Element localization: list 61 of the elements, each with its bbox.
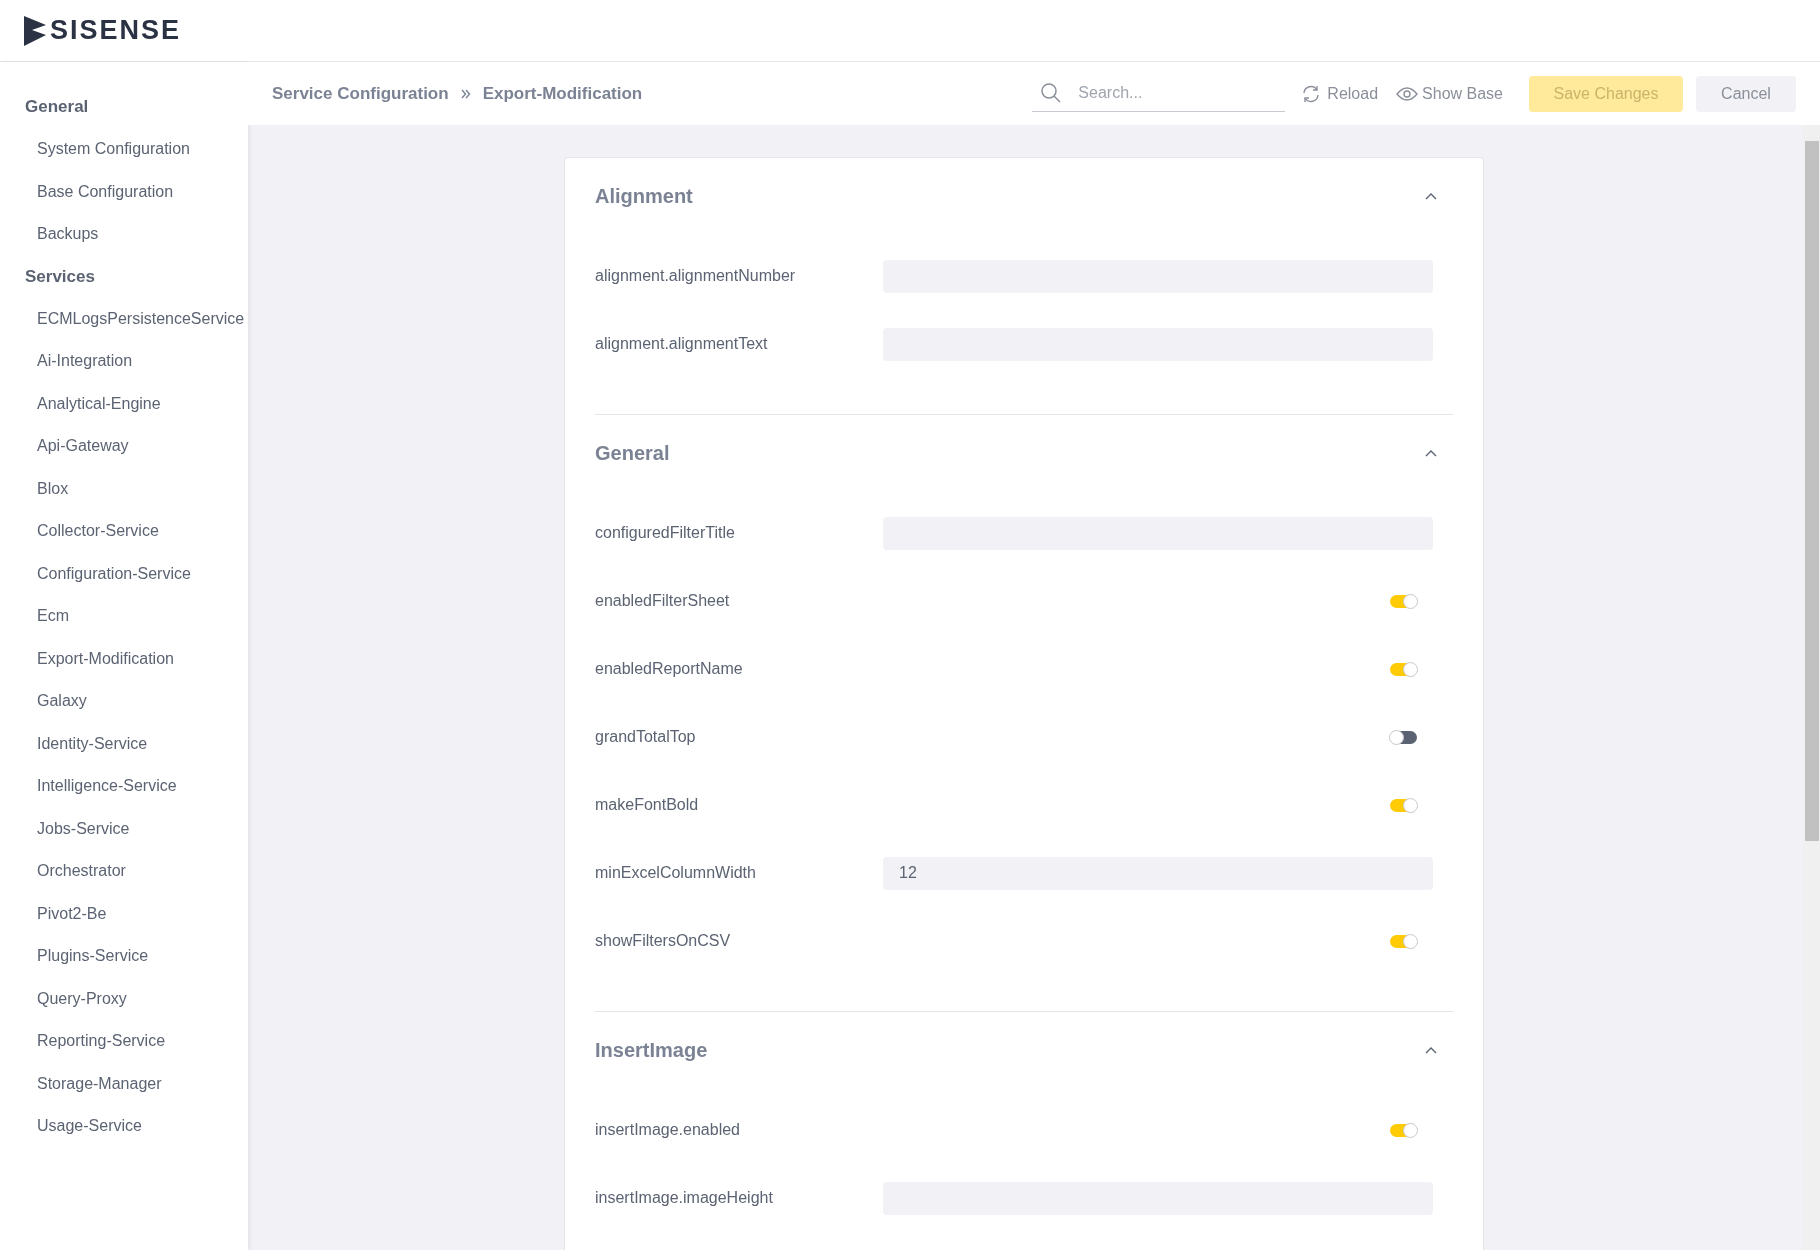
toggle-switch[interactable] (1390, 662, 1417, 676)
chevron-up-icon[interactable] (1425, 449, 1437, 457)
field-label: showFiltersOnCSV (595, 931, 732, 951)
sidebar-item[interactable]: Configuration-Service (0, 552, 248, 595)
field-label: alignment.alignmentText (595, 334, 769, 354)
sidebar-item[interactable]: Identity-Service (0, 722, 248, 765)
breadcrumb-link[interactable]: Export-Modification (482, 80, 643, 107)
sidebar-item[interactable]: System Configuration (0, 128, 248, 171)
field-label: insertImage.enabled (595, 1120, 741, 1140)
refresh-icon (1301, 83, 1322, 104)
sidebar-item[interactable]: Usage-Service (0, 1105, 248, 1148)
reload-button[interactable]: Reload (1301, 81, 1379, 106)
field-label: enabledReportName (595, 659, 744, 679)
sidebar-item[interactable]: Pivot2-Be (0, 892, 248, 935)
eye-icon (1396, 85, 1419, 102)
sidebar-item[interactable]: Galaxy (0, 680, 248, 723)
chevron-up-icon[interactable] (1425, 192, 1437, 200)
search-icon (1040, 82, 1063, 104)
sidebar-heading: General (24, 96, 90, 119)
toggle-switch[interactable] (1390, 594, 1417, 608)
sidebar-item[interactable]: Base Configuration (0, 170, 248, 213)
toggle-switch[interactable] (1390, 730, 1417, 744)
chevron-up-icon[interactable] (1425, 1046, 1437, 1054)
toggle-switch[interactable] (1390, 934, 1417, 948)
sidebar-item[interactable]: Api-Gateway (0, 425, 248, 468)
sidebar-item[interactable]: Backups (0, 213, 248, 256)
logo-icon (24, 15, 48, 46)
sidebar-item[interactable]: Ai-Integration (0, 340, 248, 383)
field-label: makeFontBold (595, 795, 700, 815)
breadcrumb-link[interactable]: Service Configuration (272, 80, 449, 107)
sidebar-item[interactable]: Jobs-Service (0, 807, 248, 850)
field-label: enabledFilterSheet (595, 591, 731, 611)
sidebar-heading: Services (24, 265, 96, 288)
sidebar-item[interactable]: Blox (0, 467, 248, 510)
sidebar-item[interactable]: Intelligence-Service (0, 765, 248, 808)
input-field[interactable]: 12 (883, 856, 1433, 890)
field-label: grandTotalTop (595, 727, 697, 747)
field-label: configuredFilterTitle (595, 523, 736, 543)
field-label: alignment.alignmentNumber (595, 266, 797, 286)
sidebar-item[interactable]: Storage-Manager (0, 1062, 248, 1105)
field-label: insertImage.imageHeight (595, 1188, 774, 1208)
section-title: Alignment (595, 184, 693, 209)
sidebar-item[interactable]: Orchestrator (0, 850, 248, 893)
sidebar-item[interactable]: Reporting-Service (0, 1020, 248, 1063)
sidebar-item[interactable]: Ecm (0, 595, 248, 638)
sidebar-item[interactable]: ECMLogsPersistenceService (0, 297, 248, 340)
logo-text: SISENSE (50, 14, 182, 48)
scrollbar[interactable] (1803, 125, 1820, 1250)
toggle-switch[interactable] (1390, 798, 1417, 812)
sidebar-item[interactable]: Export-Modification (0, 637, 248, 680)
show-base-button[interactable]: Show Base (1396, 81, 1503, 106)
sidebar-item[interactable]: Plugins-Service (0, 935, 248, 978)
sidebar-item[interactable]: Analytical-Engine (0, 382, 248, 425)
sidebar-item[interactable]: Collector-Service (0, 510, 248, 553)
field-label: minExcelColumnWidth (595, 863, 757, 883)
section-title: General (595, 441, 670, 466)
toggle-switch[interactable] (1390, 1123, 1417, 1137)
section-title: InsertImage (595, 1038, 708, 1063)
sidebar-item[interactable]: Query-Proxy (0, 977, 248, 1020)
double-chevron-right-icon (460, 88, 471, 99)
search-field[interactable]: Search... (1078, 81, 1259, 105)
